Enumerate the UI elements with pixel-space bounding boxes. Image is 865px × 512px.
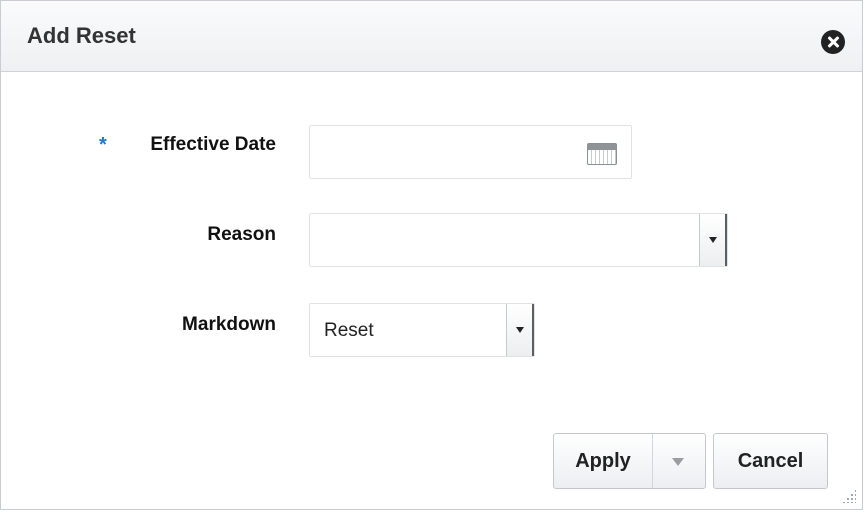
- calendar-icon[interactable]: [587, 143, 617, 165]
- add-reset-dialog: Add Reset * Effective Date Reason Markdo…: [0, 0, 863, 510]
- apply-button-group: Apply: [553, 433, 706, 489]
- dialog-title: Add Reset: [27, 23, 136, 48]
- effective-date-field[interactable]: [309, 125, 632, 179]
- markdown-select[interactable]: Reset: [309, 303, 535, 357]
- apply-button[interactable]: Apply: [554, 434, 653, 488]
- cancel-button[interactable]: Cancel: [713, 433, 828, 489]
- resize-grip-icon[interactable]: [842, 489, 856, 503]
- effective-date-input[interactable]: [310, 126, 631, 178]
- effective-date-label: Effective Date: [150, 134, 276, 155]
- close-icon[interactable]: [821, 30, 845, 54]
- dialog-header: Add Reset: [1, 1, 862, 72]
- required-indicator: *: [99, 134, 107, 156]
- markdown-dropdown-button[interactable]: [506, 304, 534, 356]
- reason-label: Reason: [207, 224, 276, 245]
- apply-menu-chevron-down-icon[interactable]: [652, 434, 705, 488]
- reason-select[interactable]: [309, 213, 728, 267]
- markdown-value: Reset: [324, 320, 374, 341]
- reason-dropdown-button[interactable]: [699, 214, 727, 266]
- markdown-label: Markdown: [182, 314, 276, 335]
